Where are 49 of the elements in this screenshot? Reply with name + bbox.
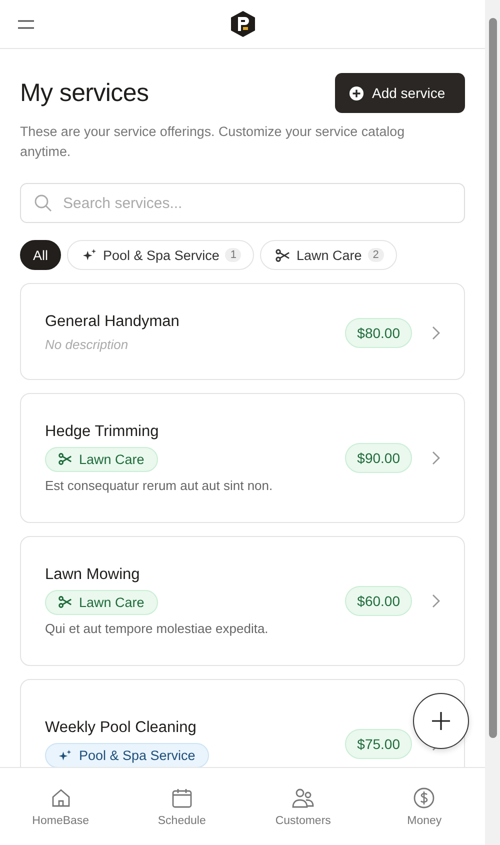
scissors-icon — [58, 452, 72, 466]
chevron-right-icon — [432, 594, 440, 608]
service-card[interactable]: Lawn Mowing Lawn Care Qui et aut tempore molestiae expedita. $60.00 — [20, 536, 465, 666]
filter-chip[interactable]: All — [20, 240, 62, 270]
calendar-icon — [170, 786, 193, 808]
service-card[interactable]: General Handyman No description $80.00 — [20, 283, 465, 380]
plus-icon — [431, 711, 451, 731]
service-name: General Handyman — [45, 313, 180, 331]
chevron-right-icon — [432, 326, 440, 340]
chevron-right-icon — [432, 450, 440, 464]
tag-label: Lawn Care — [79, 452, 144, 466]
service-description: No description — [45, 337, 130, 352]
search-field[interactable]: Search services... — [20, 183, 465, 223]
filter-chip[interactable]: Pool & Spa Service 1 — [67, 240, 254, 270]
plus-circle-icon — [349, 86, 364, 100]
service-name: Hedge Trimming — [45, 422, 160, 440]
count-badge: 1 — [225, 248, 242, 262]
search-icon — [34, 194, 52, 212]
add-service-button[interactable]: Add service — [335, 73, 465, 113]
menu-icon[interactable] — [18, 20, 34, 29]
nav-tab[interactable]: Customers — [242, 768, 364, 845]
nav-tab[interactable]: Money — [364, 768, 485, 845]
price-badge: $90.00 — [345, 442, 412, 472]
service-name: Lawn Mowing — [45, 566, 141, 584]
nav-tab[interactable]: Schedule — [121, 768, 242, 845]
sparkles-icon — [58, 748, 72, 762]
service-card[interactable]: Hedge Trimming Lawn Care Est consequatur rerum aut aut sint non. $90.00 — [20, 393, 465, 523]
scissors-icon — [275, 248, 290, 262]
service-description: Est consequatur rerum aut aut sint non. — [45, 478, 274, 492]
logo-icon — [228, 10, 256, 38]
service-name: Weekly Pool Cleaning — [45, 719, 198, 737]
price-badge: $75.00 — [345, 728, 412, 758]
price-badge: $80.00 — [345, 318, 412, 348]
tag-label: Pool & Spa Service — [79, 748, 196, 763]
add-button[interactable] — [413, 693, 469, 749]
page-title: My services — [20, 78, 149, 108]
service-description: Qui et aut tempore molestiae expedita. — [45, 620, 270, 636]
scissors-icon — [58, 595, 72, 609]
filter-chip[interactable]: Lawn Care 2 — [260, 240, 397, 270]
count-badge: 2 — [368, 248, 384, 262]
dollar-icon — [413, 786, 436, 808]
tag-label: Lawn Care — [79, 594, 144, 610]
sparkles-icon — [82, 248, 98, 262]
price-badge: $60.00 — [345, 586, 412, 616]
nav-tab[interactable]: HomeBase — [0, 768, 122, 845]
people-icon — [292, 786, 314, 808]
page-description: These are your service offerings. Customize your service catalog anytime. — [20, 123, 406, 161]
scrollbar[interactable] — [485, 0, 500, 845]
home-icon — [50, 786, 72, 808]
